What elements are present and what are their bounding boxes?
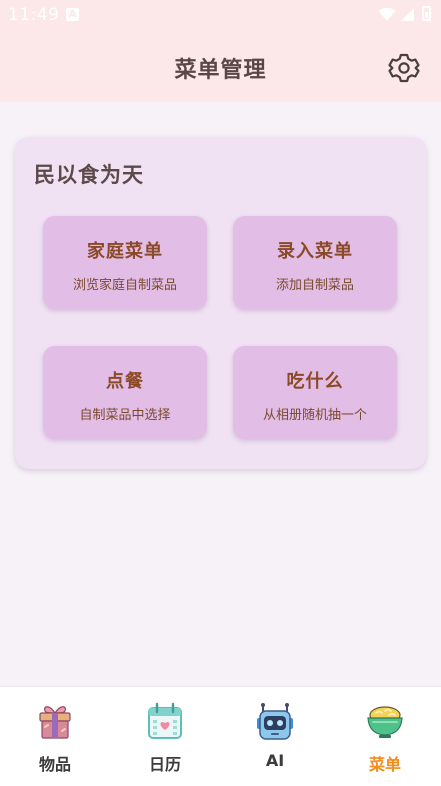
nav-item-calendar[interactable]: 日历 — [110, 687, 220, 786]
nav-item-ai[interactable]: AI — [220, 687, 330, 786]
notification-icon: A — [66, 8, 79, 21]
robot-icon — [257, 703, 293, 740]
gear-icon — [388, 53, 420, 83]
tile-title: 点餐 — [106, 371, 144, 392]
nav-label: 菜单 — [368, 755, 401, 774]
tile-title: 家庭菜单 — [87, 241, 163, 262]
rice-bowl-icon — [367, 706, 403, 738]
battery-icon — [422, 6, 431, 21]
status-time: 11:49 — [8, 5, 60, 25]
tile-subtitle: 自制菜品中选择 — [79, 408, 171, 423]
app-header: 菜单管理 — [0, 32, 441, 102]
calendar-icon — [148, 702, 182, 739]
nav-label: 日历 — [148, 755, 181, 774]
nav-item-items[interactable]: 物品 — [0, 687, 110, 786]
add-menu-tile[interactable]: 录入菜单 添加自制菜品 — [233, 216, 397, 309]
gift-icon — [39, 706, 71, 739]
menu-card: 民以食为天 家庭菜单 浏览家庭自制菜品 录入菜单 添加自制菜品 点餐 自制菜品中… — [15, 137, 426, 469]
tile-subtitle: 从相册随机抽一个 — [262, 408, 367, 423]
nav-label: 物品 — [38, 755, 71, 774]
bottom-nav: 物品 日历 AI 菜单 — [0, 686, 441, 786]
tile-title: 吃什么 — [286, 371, 344, 392]
nav-item-menu[interactable]: 菜单 — [330, 687, 440, 786]
status-bar: 11:49 A — [0, 0, 441, 32]
page-title: 菜单管理 — [174, 58, 267, 83]
order-tile[interactable]: 点餐 自制菜品中选择 — [43, 346, 207, 439]
what-to-eat-tile[interactable]: 吃什么 从相册随机抽一个 — [233, 346, 397, 439]
tile-title: 录入菜单 — [277, 241, 353, 262]
tile-subtitle: 浏览家庭自制菜品 — [72, 278, 177, 293]
cell-signal-icon — [401, 8, 414, 21]
nav-label: AI — [265, 751, 285, 770]
wifi-icon — [378, 7, 396, 21]
card-title: 民以食为天 — [34, 163, 144, 187]
family-menu-tile[interactable]: 家庭菜单 浏览家庭自制菜品 — [43, 216, 207, 309]
tile-subtitle: 添加自制菜品 — [275, 278, 354, 293]
settings-button[interactable] — [384, 48, 424, 88]
